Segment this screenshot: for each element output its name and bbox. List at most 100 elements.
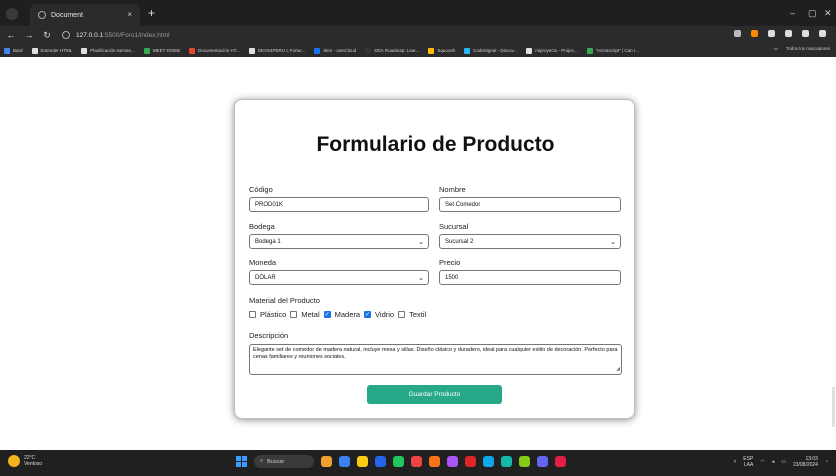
descripcion-text: Elegante set de comedor de madera natura… xyxy=(253,347,618,360)
plastico-label: Plástico xyxy=(260,310,287,319)
codigo-label: Código xyxy=(249,185,273,194)
star-icon[interactable] xyxy=(734,30,741,37)
guardar-producto-button[interactable]: Guardar Producto xyxy=(367,385,502,404)
reload-icon[interactable]: ↻ xyxy=(40,30,54,41)
bookmark-favicon-icon xyxy=(4,47,10,54)
volume-icon[interactable]: ◂ xyxy=(772,459,775,465)
taskbar-search[interactable]: ⌕ Buscar xyxy=(254,455,314,468)
site-info-icon[interactable] xyxy=(62,31,70,39)
all-bookmarks[interactable]: ▭ Todos los marcadores xyxy=(774,46,830,52)
extension-icon[interactable] xyxy=(751,30,758,37)
kebab-menu-icon[interactable] xyxy=(819,30,826,37)
mail-icon[interactable] xyxy=(483,456,494,467)
opera-icon[interactable] xyxy=(465,456,476,467)
address-bar[interactable]: 127.0.0.1:5500/Foro1/index.html xyxy=(62,29,682,41)
weather-widget[interactable]: 22°C Ventoso xyxy=(8,455,42,467)
photos-icon[interactable] xyxy=(519,456,530,467)
madera-checkbox[interactable]: ✓ xyxy=(323,311,331,318)
system-tray: ˄ ESP LAA ◠ ◂ ▭ 13:03 23/08/2024 ◔ xyxy=(733,456,828,468)
edge-icon[interactable] xyxy=(393,456,404,467)
browser-toolbar: ← → ↻ 127.0.0.1:5500/Foro1/index.html xyxy=(0,26,836,44)
vscode-icon[interactable] xyxy=(537,456,548,467)
lang-layout: LAA xyxy=(743,462,754,468)
vidrio-checkbox[interactable]: ✓ xyxy=(364,311,372,318)
bookmark-item[interactable]: Planificación Seman... xyxy=(81,47,135,54)
nombre-input[interactable]: Set Comedor xyxy=(439,197,621,212)
forward-icon[interactable]: → xyxy=(22,30,36,40)
bookmark-item[interactable]: Skm - ownCloud xyxy=(314,47,357,54)
wifi-icon[interactable]: ◠ xyxy=(760,459,764,465)
battery-icon[interactable]: ▭ xyxy=(781,459,786,465)
tab-document[interactable]: Document × xyxy=(30,4,140,26)
language-indicator[interactable]: ESP LAA xyxy=(743,456,753,468)
tab-close-icon[interactable]: × xyxy=(127,10,132,19)
chevron-down-icon: ⌄ xyxy=(610,239,616,246)
bookmark-label: Planificación Seman... xyxy=(90,48,135,53)
product-form-card: Formulario de Producto Código PROD01K No… xyxy=(234,99,635,419)
bookmark-label: Bard xyxy=(13,48,23,53)
chevron-up-icon[interactable]: ˄ xyxy=(733,459,736,465)
bookmark-label: "ecmascript" | Can I... xyxy=(595,48,639,53)
metal-label: Metal xyxy=(301,310,320,319)
maps-icon[interactable] xyxy=(501,456,512,467)
close-icon[interactable]: ✕ xyxy=(824,8,832,19)
moneda-select[interactable]: DÓLAR ⌄ xyxy=(249,270,429,285)
bookmark-label: Squoosh xyxy=(437,48,456,53)
weather-icon xyxy=(8,455,20,467)
file-explorer-icon[interactable] xyxy=(357,456,368,467)
bookmark-label: DEVS4PERU c Fortur... xyxy=(257,48,306,53)
bookmark-item[interactable]: Documentación HT... xyxy=(189,47,240,54)
bookmark-favicon-icon xyxy=(464,47,471,54)
notification-icon[interactable]: ◔ xyxy=(825,459,828,465)
vidrio-label: Vidrio xyxy=(375,310,395,319)
plastico-checkbox[interactable] xyxy=(249,311,256,318)
bookmark-item[interactable]: DDA Roadmap: Lear... xyxy=(365,47,420,54)
codigo-input[interactable]: PROD01K xyxy=(249,197,429,212)
url-path: :5500/Foro1/index.html xyxy=(103,31,170,39)
bookmark-label: miproyecto - Projec... xyxy=(535,48,578,53)
precio-input[interactable]: 1500 xyxy=(439,270,621,285)
task-view-icon[interactable] xyxy=(339,456,350,467)
firefox-icon[interactable] xyxy=(429,456,440,467)
bodega-select[interactable]: Bodega 1 ⌄ xyxy=(249,234,429,249)
bookmark-item[interactable]: DEVS4PERU c Fortur... xyxy=(248,47,306,54)
all-bookmarks-label: Todos los marcadores xyxy=(785,46,830,51)
sucursal-select[interactable]: Sucursal 2 ⌄ xyxy=(439,234,621,249)
madera-label: Madera xyxy=(334,310,361,319)
download-icon[interactable] xyxy=(785,30,792,37)
store-icon[interactable] xyxy=(375,456,386,467)
chrome-icon[interactable] xyxy=(411,456,422,467)
clock[interactable]: 13:03 23/08/2024 xyxy=(793,456,818,468)
new-tab-button[interactable]: + xyxy=(148,7,155,19)
bookmark-label: Skm - ownCloud xyxy=(323,48,357,53)
widgets-icon[interactable] xyxy=(321,456,332,467)
bookmark-item[interactable]: miproyecto - Projec... xyxy=(526,47,578,54)
bookmark-label: DDA Roadmap: Lear... xyxy=(374,48,420,53)
bookmark-item[interactable]: CodeSignal - Discov... xyxy=(464,47,517,54)
bookmark-item[interactable]: MEET DISEB xyxy=(143,47,180,54)
scrollbar[interactable] xyxy=(832,387,835,427)
bookmark-item[interactable]: Squoosh xyxy=(428,47,456,54)
profile-icon[interactable] xyxy=(802,30,809,37)
maximize-icon[interactable]: ▢ xyxy=(808,8,817,19)
bookmark-item[interactable]: "ecmascript" | Can I... xyxy=(586,47,639,54)
minimize-icon[interactable]: – xyxy=(790,8,795,18)
textil-checkbox[interactable] xyxy=(398,311,406,318)
url-host: 127.0.0.1 xyxy=(76,31,104,39)
puzzle-icon[interactable] xyxy=(768,30,775,37)
bookmark-favicon-icon xyxy=(365,47,372,54)
nombre-label: Nombre xyxy=(439,185,466,194)
resize-handle-icon[interactable]: ◢ xyxy=(616,366,620,373)
bookmark-label: Documentación HT... xyxy=(198,48,240,53)
descripcion-textarea[interactable]: Elegante set de comedor de madera natura… xyxy=(249,344,622,375)
browser-menu-icon[interactable] xyxy=(6,8,18,20)
bookmark-item[interactable]: Entender HTML xyxy=(31,47,72,54)
bookmark-item[interactable]: Bard xyxy=(4,47,23,54)
windows-start-icon[interactable] xyxy=(236,456,247,467)
chevron-down-icon: ⌄ xyxy=(418,239,424,246)
app-icon[interactable] xyxy=(555,456,566,467)
brave-icon[interactable] xyxy=(447,456,458,467)
bookmarks-bar: Bard Entender HTML Planificación Seman... M… xyxy=(0,44,836,57)
back-icon[interactable]: ← xyxy=(4,30,18,40)
metal-checkbox[interactable] xyxy=(290,311,298,318)
